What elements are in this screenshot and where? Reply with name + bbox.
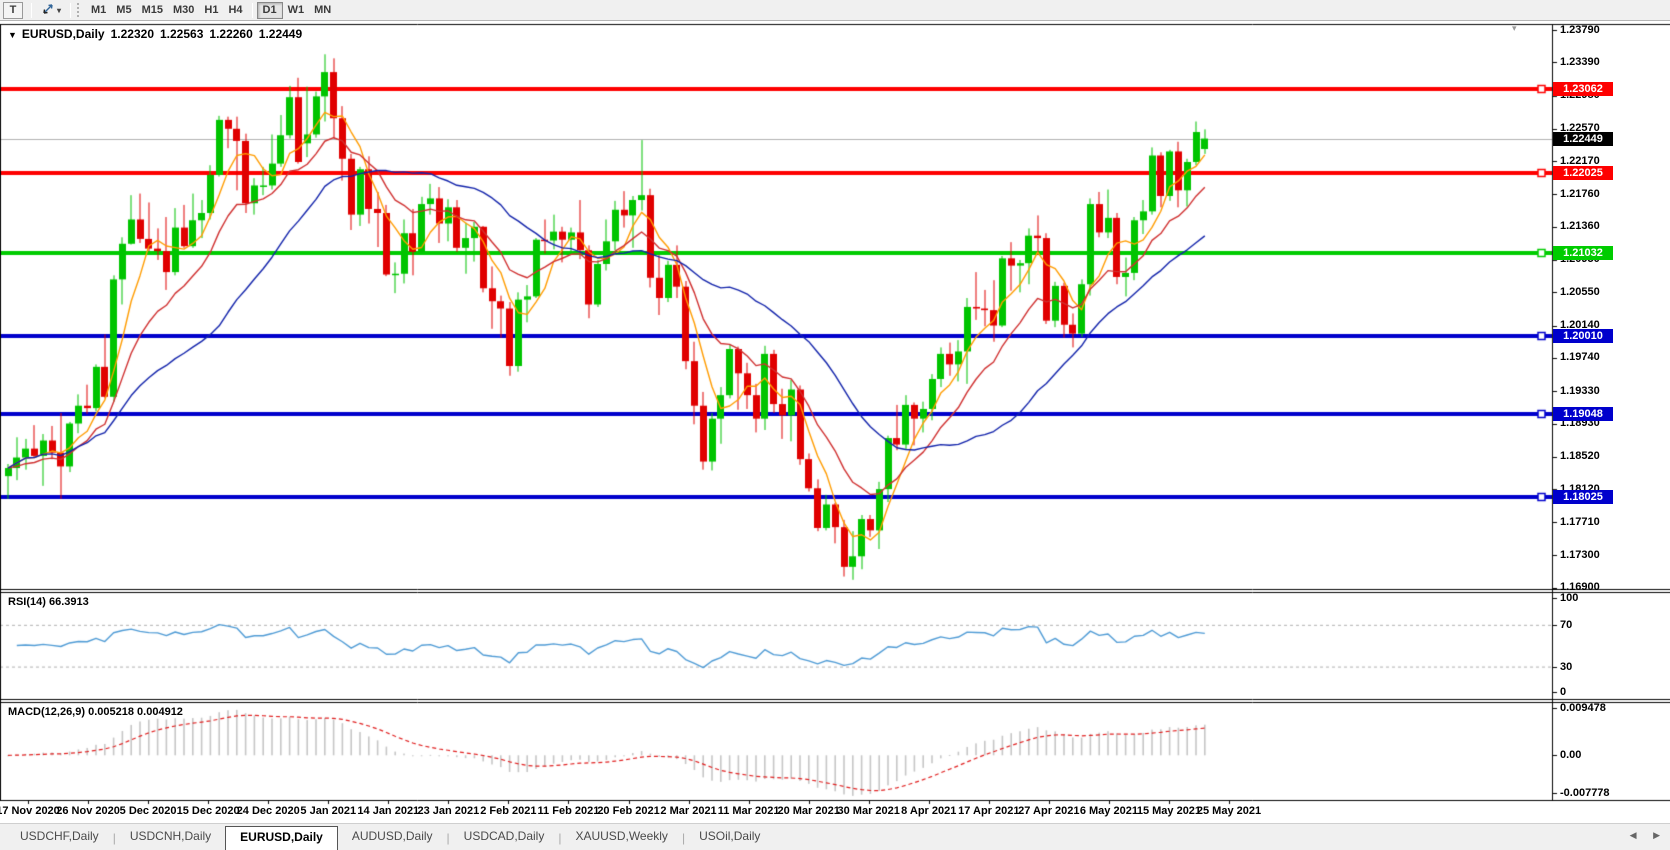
- date-label: 5 Jan 2021: [300, 805, 356, 817]
- rsi-indicator-label: RSI(14) 66.3913: [8, 596, 89, 608]
- date-label: 20 Feb 2021: [597, 805, 659, 817]
- date-label: 15 May 2021: [1137, 805, 1201, 817]
- macd-tick: 0.009478: [1560, 702, 1606, 715]
- price-tick: 1.20550: [1560, 286, 1600, 299]
- ohlc-open: 1.22320: [111, 27, 154, 41]
- ohlc-high: 1.22563: [160, 27, 203, 41]
- chevron-down-icon: ▾: [57, 6, 61, 15]
- arrows-tool-button[interactable]: ▾: [36, 2, 66, 19]
- chart-title: ▼ EURUSD,Daily 1.22320 1.22563 1.22260 1.2244…: [8, 27, 308, 41]
- macd-value: 0.005218: [88, 706, 134, 718]
- date-label: 27 Apr 2021: [1018, 805, 1079, 817]
- timeframe-button-H1[interactable]: H1: [199, 2, 223, 19]
- tab-EURUSD-Daily[interactable]: EURUSD,Daily: [225, 826, 338, 850]
- rsi-tick: 100: [1560, 592, 1578, 605]
- price-tick: 1.19740: [1560, 351, 1600, 364]
- date-label: 24 Dec 2020: [237, 805, 300, 817]
- macd-signal-value: 0.004912: [137, 706, 183, 718]
- timeframe-button-M5[interactable]: M5: [111, 2, 136, 19]
- price-tick: 1.19330: [1560, 385, 1600, 398]
- price-tick: 1.23390: [1560, 56, 1600, 69]
- macd-indicator-label: MACD(12,26,9) 0.005218 0.004912: [8, 706, 183, 718]
- price-tick: 1.21760: [1560, 188, 1600, 201]
- timeframe-button-M1[interactable]: M1: [86, 2, 111, 19]
- date-label: 15 Dec 2020: [177, 805, 240, 817]
- date-label: 5 Dec 2020: [120, 805, 177, 817]
- macd-tick: -0.007778: [1560, 787, 1610, 800]
- tab-USOil-Daily[interactable]: USOil,Daily: [685, 826, 774, 850]
- ohlc-close: 1.22449: [259, 27, 302, 41]
- date-label: 6 May 2021: [1080, 805, 1138, 817]
- chart-dropdown-icon[interactable]: ▼: [8, 30, 17, 40]
- timeframe-button-D1[interactable]: D1: [257, 2, 283, 19]
- rsi-tick: 70: [1560, 619, 1572, 632]
- level-badge-1.19048: 1.19048: [1553, 407, 1613, 421]
- date-label: 14 Jan 2021: [357, 805, 419, 817]
- price-tick: 1.17300: [1560, 549, 1600, 562]
- current-price-badge: 1.22449: [1553, 132, 1613, 146]
- date-label: 20 Mar 2021: [777, 805, 839, 817]
- tab-USDCHF-Daily[interactable]: USDCHF,Daily: [6, 826, 113, 850]
- tab-scroll-right-icon[interactable]: ▶: [1653, 830, 1660, 840]
- level-badge-1.22025: 1.22025: [1553, 166, 1613, 180]
- date-label: 17 Nov 2020: [0, 805, 60, 817]
- date-label: 26 Nov 2020: [56, 805, 120, 817]
- chart-canvas[interactable]: [0, 0, 1670, 850]
- timeframe-button-W1[interactable]: W1: [283, 2, 310, 19]
- price-tick: 1.18520: [1560, 450, 1600, 463]
- tab-AUDUSD-Daily[interactable]: AUDUSD,Daily: [338, 826, 447, 850]
- date-label: 23 Jan 2021: [417, 805, 479, 817]
- tab-scroll-left-icon[interactable]: ◀: [1630, 830, 1637, 840]
- rsi-tick: 0: [1560, 686, 1566, 699]
- chart-shift-marker-icon[interactable]: ▾: [1512, 23, 1517, 34]
- date-label: 2 Feb 2021: [480, 805, 536, 817]
- timeframe-button-MN[interactable]: MN: [309, 2, 336, 19]
- arrows-tool-icon: [41, 3, 55, 18]
- date-label: 2 Mar 2021: [660, 805, 716, 817]
- price-tick: 1.21360: [1560, 220, 1600, 233]
- macd-tick: 0.00: [1560, 749, 1581, 762]
- date-label: 8 Apr 2021: [901, 805, 956, 817]
- date-label: 17 Apr 2021: [958, 805, 1019, 817]
- chart-symbol-label: EURUSD,Daily: [22, 27, 105, 41]
- level-badge-1.18025: 1.18025: [1553, 490, 1613, 504]
- tab-USDCAD-Daily[interactable]: USDCAD,Daily: [450, 826, 559, 850]
- toolbar-separator: [252, 3, 253, 18]
- toolbar-separator: [31, 3, 32, 18]
- timeframe-toolbar: M1M5M15M30H1H4 D1W1MN: [86, 2, 336, 19]
- rsi-tick: 30: [1560, 661, 1572, 674]
- symbol-tabs-bar: USDCHF,Daily|USDCNH,DailyEURUSD,DailyAUD…: [0, 823, 1670, 850]
- tab-XAUUSD-Weekly[interactable]: XAUUSD,Weekly: [561, 826, 681, 850]
- symbol-tabs: USDCHF,Daily|USDCNH,DailyEURUSD,DailyAUD…: [0, 826, 774, 850]
- timeframe-button-M30[interactable]: M30: [168, 2, 199, 19]
- level-badge-1.20010: 1.20010: [1553, 329, 1613, 343]
- level-badge-1.21032: 1.21032: [1553, 246, 1613, 260]
- date-label: 11 Feb 2021: [538, 805, 600, 817]
- text-tool-button[interactable]: T: [3, 2, 23, 19]
- price-tick: 1.17710: [1560, 516, 1600, 529]
- timeframe-button-M15[interactable]: M15: [137, 2, 168, 19]
- date-label: 11 Mar 2021: [718, 805, 780, 817]
- top-toolbar: T ▾ M1M5M15M30H1H4 D1W1MN: [0, 0, 1670, 21]
- price-tick: 1.23790: [1560, 24, 1600, 37]
- level-badge-1.23062: 1.23062: [1553, 82, 1613, 96]
- tab-scroll-buttons: ◀ ▶: [1616, 830, 1660, 841]
- ohlc-low: 1.22260: [209, 27, 252, 41]
- timeframe-button-H4[interactable]: H4: [223, 2, 247, 19]
- tab-USDCNH-Daily[interactable]: USDCNH,Daily: [116, 826, 225, 850]
- date-label: 25 May 2021: [1197, 805, 1261, 817]
- date-label: 30 Mar 2021: [837, 805, 899, 817]
- toolbar-separator: [70, 3, 71, 18]
- toolbar-drag-handle[interactable]: [77, 3, 81, 17]
- rsi-value: 66.3913: [49, 596, 89, 608]
